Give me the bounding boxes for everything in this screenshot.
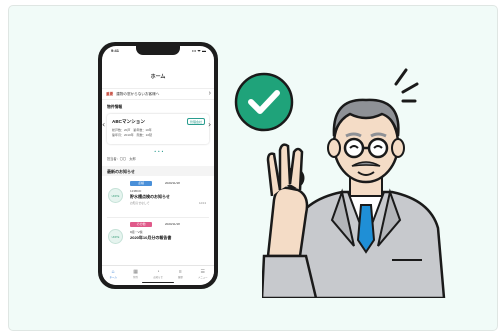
chevron-right-icon[interactable]: › xyxy=(208,120,211,129)
news-org: 123BCD xyxy=(130,189,142,193)
tab-home[interactable]: ⌂ ホーム xyxy=(104,269,122,285)
tab-history[interactable]: ≡ 履歴 xyxy=(171,269,189,285)
news-org: Ⅱ組・Ⅴ棟 xyxy=(130,230,143,234)
chevron-left-icon[interactable]: ‹ xyxy=(102,120,105,129)
status-signal: ••• ᯤ ▬ xyxy=(191,48,206,53)
property-name: ABCマンション xyxy=(112,119,145,124)
notice-text: 建物の窓からないお客様へ xyxy=(116,92,160,96)
phone-notch xyxy=(136,46,180,55)
news-title: 2020年10月分の報告書 xyxy=(130,235,172,240)
news-section-title: 最新のお知らせ xyxy=(102,166,214,176)
phone-screen: 9:41 ••• ᯤ ▬ ホーム 重要 建物の窓からないお客様へ › 物件情報 … xyxy=(102,46,214,285)
manager-label: 担当者：〇〇 太郎 xyxy=(107,157,136,161)
news-count: 12/13 xyxy=(199,201,206,205)
property-line-1: 総戸数：20戸 築年数：10年 xyxy=(112,128,152,132)
news-category: 点検 xyxy=(130,181,152,186)
businessman-ok-sign-illustration xyxy=(262,68,446,298)
property-badge: 管理会社 xyxy=(186,118,205,125)
property-card[interactable]: ABCマンション 管理会社 総戸数：20戸 築年数：10年 築年月：2010年 … xyxy=(107,114,209,144)
org-logo: UNITE xyxy=(108,188,123,203)
org-logo: UNITE xyxy=(108,229,123,244)
notice-tag: 重要 xyxy=(106,92,114,96)
property-section-title: 物件情報 xyxy=(107,105,123,109)
tab-menu[interactable]: ☰ メニュー xyxy=(194,269,212,285)
important-notice[interactable]: 重要 建物の窓からないお客様へ › xyxy=(102,88,214,100)
news-item[interactable]: UNITE その他 2020/11/18 Ⅱ組・Ⅴ棟 2020年10月分の報告書 xyxy=(107,221,209,259)
news-category: その他 xyxy=(130,222,152,227)
app-title: ホーム xyxy=(150,74,166,80)
smartphone-mockup: 9:41 ••• ᯤ ▬ ホーム 重要 建物の窓からないお客様へ › 物件情報 … xyxy=(98,42,218,289)
news-note: お知らせなしで xyxy=(130,201,150,205)
news-date: 2020/11/18 xyxy=(165,181,180,185)
status-time: 9:41 xyxy=(111,48,120,53)
carousel-dots: • • • xyxy=(154,149,164,154)
news-date: 2020/11/18 xyxy=(165,222,180,226)
home-indicator xyxy=(142,281,174,283)
property-line-2: 築年月：2010年 階数：10階 xyxy=(112,133,153,137)
news-title: 貯水槽点検のお知らせ xyxy=(130,194,170,199)
news-item[interactable]: UNITE 点検 2020/11/18 123BCD 貯水槽点検のお知らせ お知… xyxy=(107,180,209,218)
chevron-right-icon: › xyxy=(208,90,211,97)
